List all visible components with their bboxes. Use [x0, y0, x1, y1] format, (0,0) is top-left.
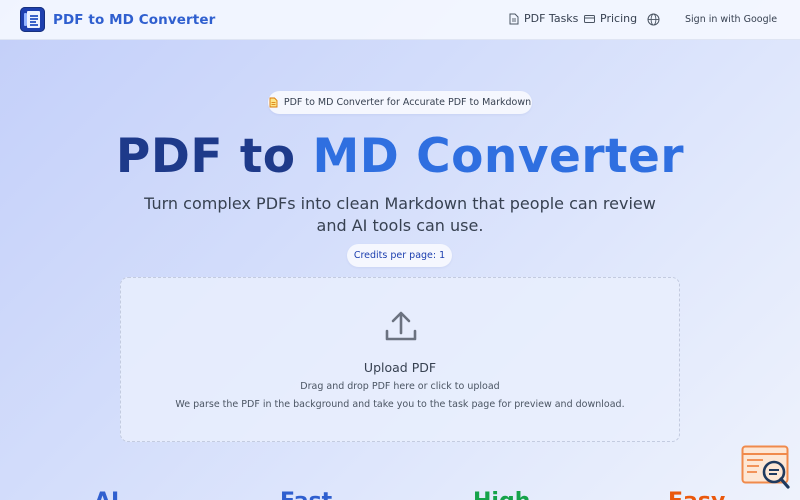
top-navbar: PDF to MD Converter PDF Tasks Pricing Si… — [0, 0, 800, 40]
hero-badge: PDF to MD Converter for Accurate PDF to … — [268, 91, 532, 114]
upload-icon — [385, 311, 417, 341]
feature-heading-easy: Easy — [668, 488, 725, 500]
feature-heading-high: High — [473, 488, 530, 500]
sign-in-label: Sign in with Google — [685, 14, 778, 25]
sign-in-button[interactable]: Sign in with Google — [685, 14, 777, 25]
upload-dropzone[interactable]: Upload PDF Drag and drop PDF here or cli… — [120, 277, 680, 442]
page-subtitle: Turn complex PDFs into clean Markdown th… — [144, 194, 656, 235]
hero-badge-text: PDF to MD Converter for Accurate PDF to … — [283, 97, 532, 108]
credit-card-icon — [584, 14, 595, 23]
document-logo-icon — [20, 7, 45, 32]
nav-pdf-tasks-label: PDF Tasks — [524, 12, 579, 25]
page-title-part2: MD Converter — [312, 129, 685, 184]
page-title: PDF to MD Converter — [0, 127, 800, 187]
brand-name: PDF to MD Converter — [53, 11, 216, 28]
brand-link[interactable]: PDF to MD Converter — [20, 7, 215, 32]
file-text-icon — [269, 97, 278, 108]
language-switcher[interactable] — [647, 13, 665, 26]
upload-hint: Drag and drop PDF here or click to uploa… — [300, 381, 500, 392]
document-icon — [509, 13, 519, 24]
feature-heading-ai: AI — [94, 488, 119, 500]
page-title-part1: PDF to — [115, 129, 313, 184]
nav-pdf-tasks[interactable]: PDF Tasks — [509, 12, 578, 25]
feature-heading-fast: Fast — [280, 488, 332, 500]
upload-title: Upload PDF — [363, 360, 437, 375]
nav-pricing[interactable]: Pricing — [584, 12, 637, 25]
upload-description: We parse the PDF in the background and t… — [175, 399, 625, 410]
search-window-icon[interactable] — [741, 445, 791, 490]
nav-pricing-label: Pricing — [600, 12, 638, 25]
globe-icon — [647, 13, 660, 26]
credits-badge: Credits per page: 1 — [347, 244, 452, 267]
